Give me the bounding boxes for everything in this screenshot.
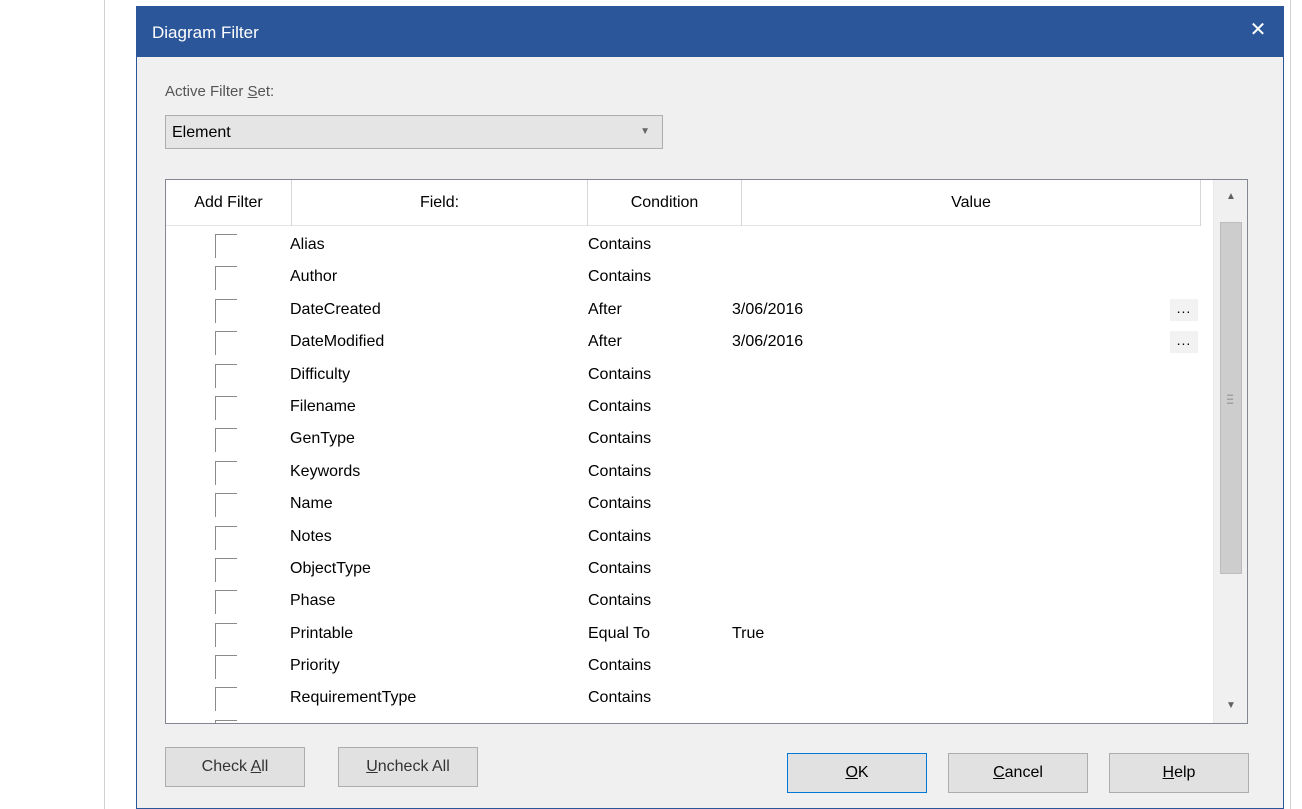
condition-cell[interactable]: Contains — [588, 560, 651, 578]
arrow-up-icon[interactable]: ▲ — [1214, 180, 1247, 214]
add-filter-checkbox[interactable] — [215, 395, 237, 420]
diagram-filter-dialog: Diagram Filter ✕ Active Filter Set: Elem… — [136, 6, 1284, 809]
table-row: Phase Contains — [166, 586, 1201, 618]
ok-button[interactable]: OK — [787, 753, 927, 793]
value-cell[interactable]: 3/06/2016 — [732, 301, 803, 319]
add-filter-checkbox[interactable] — [215, 331, 237, 356]
table-row: Alias Contains — [166, 230, 1201, 262]
field-cell: Priority — [290, 657, 340, 675]
add-filter-checkbox[interactable] — [215, 525, 237, 550]
help-button[interactable]: Help — [1109, 753, 1249, 793]
add-filter-checkbox[interactable] — [215, 687, 237, 712]
field-cell: Notes — [290, 527, 332, 545]
add-filter-checkbox[interactable] — [215, 266, 237, 291]
field-cell: ObjectType — [290, 559, 371, 577]
table-row: ObjectType Contains — [166, 554, 1201, 586]
add-filter-checkbox[interactable] — [215, 460, 237, 485]
field-cell: Difficulty — [290, 365, 351, 383]
add-filter-checkbox[interactable] — [215, 622, 237, 647]
table-row-partial — [166, 716, 1201, 723]
field-cell: Phase — [290, 592, 336, 610]
table-row: RequirementType Contains — [166, 683, 1201, 715]
field-cell: DateModified — [290, 333, 385, 351]
table-row: Author Contains — [166, 262, 1201, 294]
field-cell: Printable — [290, 624, 354, 642]
field-cell: DateCreated — [290, 300, 381, 318]
condition-cell[interactable]: Contains — [588, 268, 651, 286]
field-cell: GenType — [290, 430, 355, 448]
field-cell: Alias — [290, 236, 325, 253]
add-filter-checkbox[interactable] — [215, 590, 237, 615]
column-header-value[interactable]: Value — [742, 180, 1201, 226]
add-filter-checkbox[interactable] — [215, 363, 237, 388]
background-table-border — [1290, 0, 1291, 809]
active-filter-set-value: Element — [172, 124, 231, 141]
condition-cell[interactable]: Contains — [588, 528, 651, 546]
add-filter-checkbox[interactable] — [215, 493, 237, 518]
condition-cell[interactable]: After — [588, 301, 622, 319]
condition-cell[interactable]: After — [588, 333, 622, 351]
chevron-down-icon: ▼ — [640, 126, 650, 137]
table-row: Difficulty Contains — [166, 360, 1201, 392]
column-header-condition[interactable]: Condition — [588, 180, 742, 226]
condition-cell[interactable]: Contains — [588, 689, 651, 707]
field-cell: RequirementType — [290, 689, 417, 707]
cancel-button[interactable]: Cancel — [948, 753, 1088, 793]
table-row: Filename Contains — [166, 392, 1201, 424]
arrow-down-icon[interactable]: ▼ — [1214, 689, 1247, 723]
value-cell[interactable]: True — [732, 625, 764, 643]
table-row: Keywords Contains — [166, 457, 1201, 489]
add-filter-checkbox[interactable] — [215, 557, 237, 582]
table-row: Priority Contains — [166, 651, 1201, 683]
value-cell[interactable]: 3/06/2016 — [732, 333, 803, 351]
add-filter-checkbox[interactable] — [215, 428, 237, 453]
add-filter-checkbox[interactable] — [215, 234, 237, 258]
add-filter-checkbox[interactable] — [215, 655, 237, 680]
condition-cell[interactable]: Contains — [588, 463, 651, 481]
grip-icon: – – – — [1227, 389, 1234, 409]
vertical-scrollbar[interactable]: ▲ – – – ▼ — [1213, 180, 1247, 723]
add-filter-checkbox[interactable] — [215, 719, 237, 723]
field-cell: Name — [290, 495, 333, 513]
filter-grid[interactable]: Add Filter Field: Condition Value Alias … — [165, 179, 1248, 724]
check-all-button[interactable]: Check All — [165, 747, 305, 787]
background-table-cell — [0, 0, 105, 809]
table-row: Notes Contains — [166, 522, 1201, 554]
table-row: GenType Contains — [166, 424, 1201, 456]
table-row: Name Contains — [166, 489, 1201, 521]
field-cell: Author — [290, 268, 338, 286]
condition-cell[interactable]: Contains — [588, 430, 651, 448]
condition-cell[interactable]: Contains — [588, 366, 651, 384]
table-row: DateModified After 3/06/2016 ... — [166, 327, 1201, 359]
table-row: Printable Equal To True — [166, 619, 1201, 651]
condition-cell[interactable]: Contains — [588, 657, 651, 675]
condition-cell[interactable]: Contains — [588, 495, 651, 513]
date-picker-ellipsis-button[interactable]: ... — [1170, 331, 1198, 354]
condition-cell[interactable]: Contains — [588, 236, 651, 254]
column-header-field[interactable]: Field: — [292, 180, 588, 226]
dialog-title: Diagram Filter — [152, 23, 259, 42]
condition-cell[interactable]: Contains — [588, 592, 651, 610]
field-cell: Keywords — [290, 462, 361, 480]
uncheck-all-button[interactable]: Uncheck All — [338, 747, 478, 787]
condition-cell[interactable]: Contains — [588, 398, 651, 416]
add-filter-checkbox[interactable] — [215, 298, 237, 323]
grid-header: Add Filter Field: Condition Value — [166, 180, 1201, 226]
close-icon[interactable]: ✕ — [1245, 17, 1271, 43]
table-row: DateCreated After 3/06/2016 ... — [166, 295, 1201, 327]
grid-rows: Alias Contains Author Contains DateCreat… — [166, 230, 1201, 723]
condition-cell[interactable]: Equal To — [588, 625, 650, 643]
active-filter-set-label: Active Filter Set: — [165, 83, 275, 100]
column-header-add-filter[interactable]: Add Filter — [166, 180, 292, 226]
field-cell: Filename — [290, 397, 356, 415]
date-picker-ellipsis-button[interactable]: ... — [1170, 298, 1198, 321]
title-bar: Diagram Filter ✕ — [137, 7, 1283, 57]
active-filter-set-dropdown[interactable]: Element ▼ — [165, 115, 663, 149]
scrollbar-thumb[interactable]: – – – — [1220, 222, 1242, 574]
